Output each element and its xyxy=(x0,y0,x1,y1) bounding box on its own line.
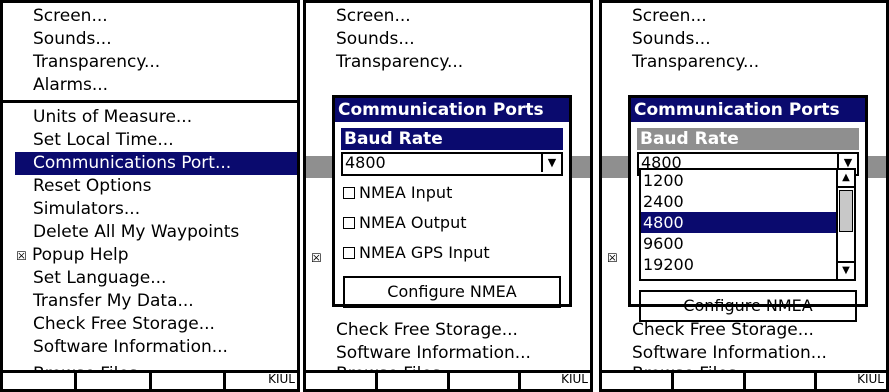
nmea-gps-input-label: NMEA GPS Input xyxy=(359,243,490,262)
menu-item-reset-options[interactable]: Reset Options xyxy=(3,175,297,198)
scroll-up-icon[interactable]: ▲ xyxy=(838,170,854,188)
configure-nmea-button[interactable]: Configure NMEA xyxy=(639,290,857,322)
list-item[interactable]: 9600 xyxy=(641,233,854,254)
bottom-bar: KIUL xyxy=(306,370,590,389)
baud-rate-label: Baud Rate xyxy=(637,128,859,150)
popup-help-label: Popup Help xyxy=(32,245,129,265)
menu-item-transparency[interactable]: Transparency... xyxy=(3,51,297,74)
menu-item-popup-help[interactable]: ☒ Popup Help xyxy=(3,244,297,267)
checkbox-checked-icon[interactable]: ☒ xyxy=(15,250,28,263)
settings-menu-background-lower: Check Free Storage... Software Informati… xyxy=(306,319,590,365)
menu-item-screen[interactable]: Screen... xyxy=(602,5,886,28)
menu-item-screen[interactable]: Screen... xyxy=(3,5,297,28)
settings-menu: Screen... Sounds... Transparency... Alar… xyxy=(3,5,297,359)
nmea-input-label: NMEA Input xyxy=(359,183,453,202)
menu-item-sounds[interactable]: Sounds... xyxy=(602,28,886,51)
menu-item-delete-waypoints[interactable]: Delete All My Waypoints xyxy=(3,221,297,244)
scroll-down-icon[interactable]: ▼ xyxy=(838,261,854,279)
menu-divider xyxy=(3,100,297,103)
baud-rate-list-panel: Screen... Sounds... Transparency... ☒ Co… xyxy=(599,0,889,392)
baud-rate-value: 4800 xyxy=(345,153,386,172)
menu-item-software-info[interactable]: Software Information... xyxy=(602,342,886,365)
bottom-bar-label: KIUL xyxy=(268,372,295,386)
settings-menu-background: Screen... Sounds... Transparency... xyxy=(306,5,590,74)
nmea-output-option[interactable]: NMEA Output xyxy=(335,208,569,238)
menu-item-units[interactable]: Units of Measure... xyxy=(3,106,297,129)
checkbox-icon[interactable] xyxy=(343,187,355,199)
menu-item-communications-port[interactable]: Communications Port... xyxy=(15,152,297,175)
menu-item-transparency[interactable]: Transparency... xyxy=(306,51,590,74)
list-item[interactable]: 2400 xyxy=(641,191,854,212)
scrollbar-thumb[interactable] xyxy=(839,190,853,232)
dialog-title: Communication Ports xyxy=(631,98,865,122)
checkbox-icon[interactable] xyxy=(343,217,355,229)
menu-item-software-info[interactable]: Software Information... xyxy=(3,336,297,359)
nmea-gps-input-option[interactable]: NMEA GPS Input xyxy=(335,238,569,268)
bottom-bar: KIUL xyxy=(3,370,297,389)
settings-menu-panel: Screen... Sounds... Transparency... Alar… xyxy=(0,0,300,392)
checkbox-icon[interactable] xyxy=(343,247,355,259)
list-item[interactable]: 1200 xyxy=(641,170,854,191)
menu-item-transparency[interactable]: Transparency... xyxy=(602,51,886,74)
menu-item-check-storage[interactable]: Check Free Storage... xyxy=(306,319,590,342)
scrollbar[interactable]: ▲ ▼ xyxy=(836,170,854,279)
menu-item-check-storage[interactable]: Check Free Storage... xyxy=(3,313,297,336)
checkbox-checked-icon: ☒ xyxy=(311,251,322,265)
list-item-selected[interactable]: 4800 xyxy=(641,212,854,233)
menu-item-check-storage[interactable]: Check Free Storage... xyxy=(602,319,886,342)
menu-item-transfer-data[interactable]: Transfer My Data... xyxy=(3,290,297,313)
baud-rate-options-list[interactable]: 1200 2400 4800 9600 19200 ▲ ▼ xyxy=(639,168,856,281)
comm-ports-panel: Screen... Sounds... Transparency... ☒ Co… xyxy=(303,0,593,392)
menu-item-sounds[interactable]: Sounds... xyxy=(306,28,590,51)
bottom-bar: KIUL xyxy=(602,370,886,389)
list-item[interactable]: 19200 xyxy=(641,254,854,275)
menu-item-simulators[interactable]: Simulators... xyxy=(3,198,297,221)
dialog-title: Communication Ports xyxy=(335,98,569,122)
menu-item-software-info[interactable]: Software Information... xyxy=(306,342,590,365)
bottom-bar-label: KIUL xyxy=(561,372,588,386)
menu-item-alarms[interactable]: Alarms... xyxy=(3,74,297,97)
settings-menu-background-lower: Check Free Storage... Software Informati… xyxy=(602,319,886,365)
configure-nmea-button[interactable]: Configure NMEA xyxy=(343,276,561,308)
baud-rate-dropdown[interactable]: 4800 ▼ xyxy=(341,152,563,176)
nmea-output-label: NMEA Output xyxy=(359,213,467,232)
menu-item-screen[interactable]: Screen... xyxy=(306,5,590,28)
chevron-down-icon[interactable]: ▼ xyxy=(541,154,561,172)
settings-menu-background: Screen... Sounds... Transparency... xyxy=(602,5,886,74)
menu-item-local-time[interactable]: Set Local Time... xyxy=(3,129,297,152)
menu-item-sounds[interactable]: Sounds... xyxy=(3,28,297,51)
bottom-bar-label: KIUL xyxy=(857,372,884,386)
communication-ports-dialog: Communication Ports Baud Rate 4800 ▼ NME… xyxy=(332,95,572,308)
baud-rate-label: Baud Rate xyxy=(341,128,563,150)
checkbox-checked-icon: ☒ xyxy=(607,251,618,265)
menu-item-set-language[interactable]: Set Language... xyxy=(3,267,297,290)
nmea-input-option[interactable]: NMEA Input xyxy=(335,178,569,208)
